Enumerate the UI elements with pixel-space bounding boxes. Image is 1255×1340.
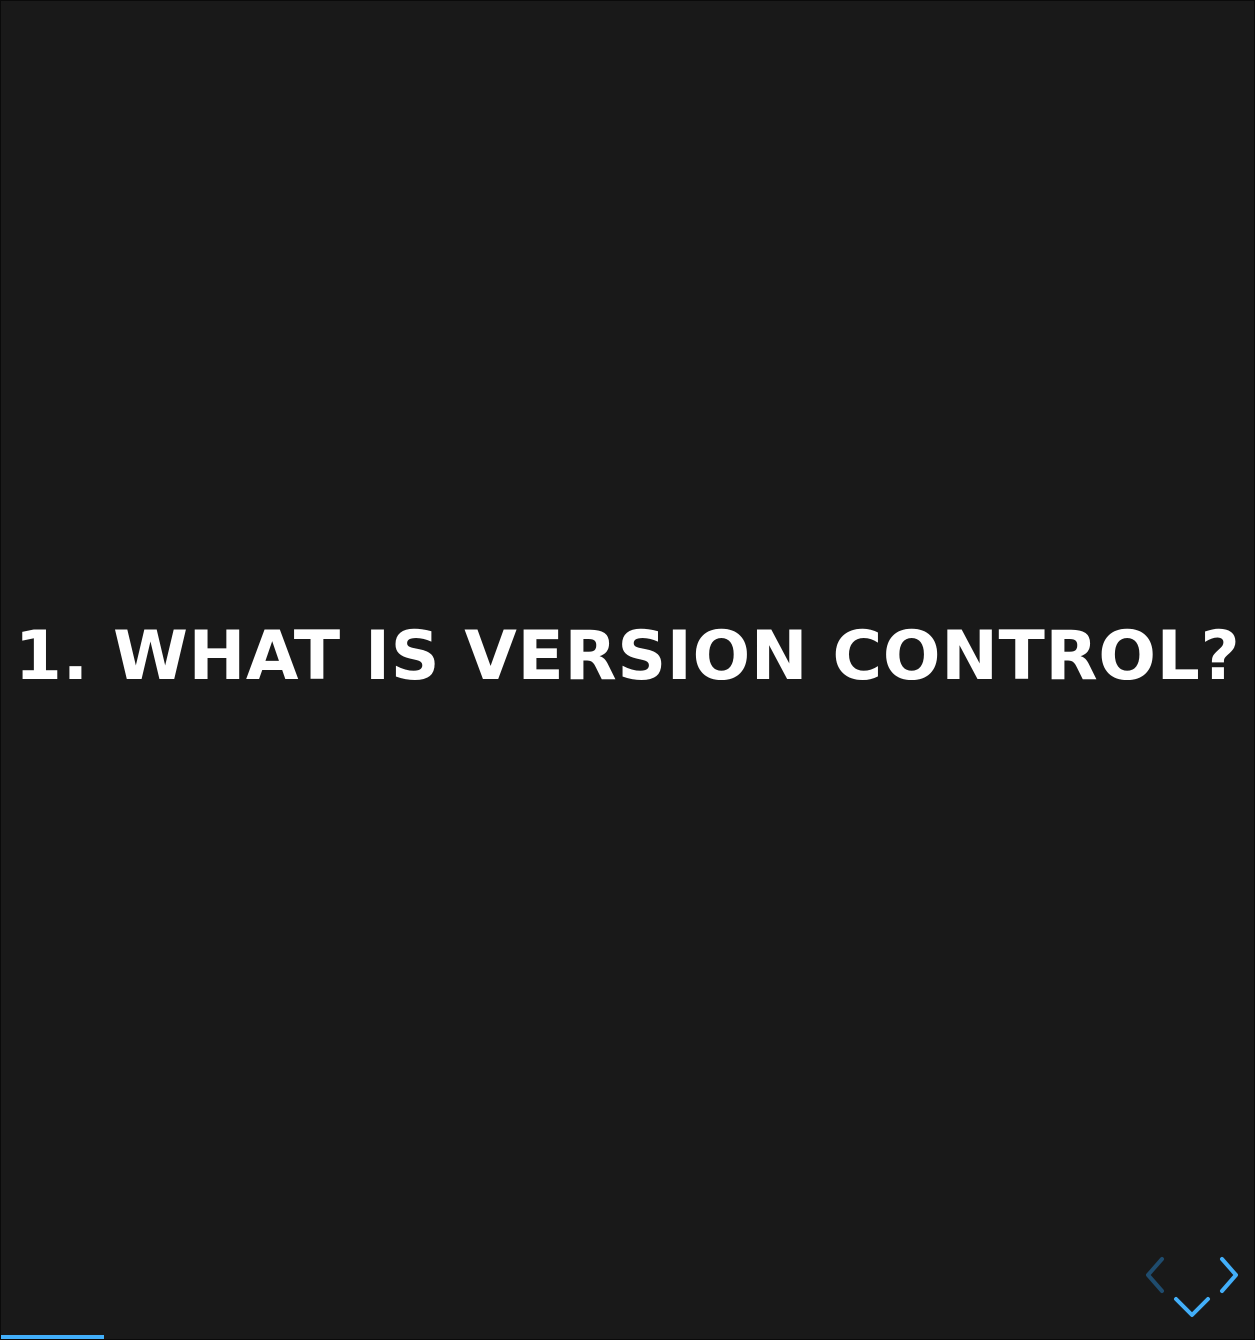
chevron-left-icon [1146, 1257, 1164, 1293]
slide-viewport: 1. WHAT IS VERSION CONTROL? [0, 0, 1255, 1340]
chevron-right-icon [1220, 1257, 1238, 1293]
next-slide-button[interactable] [1212, 1255, 1242, 1295]
chevron-down-icon [1174, 1297, 1210, 1317]
down-slide-button[interactable] [1172, 1291, 1212, 1321]
slide-title: 1. WHAT IS VERSION CONTROL? [14, 617, 1241, 696]
progress-bar-fill [1, 1335, 104, 1339]
progress-bar [1, 1335, 1254, 1339]
navigation-controls [1142, 1253, 1242, 1325]
prev-slide-button[interactable] [1142, 1255, 1172, 1295]
